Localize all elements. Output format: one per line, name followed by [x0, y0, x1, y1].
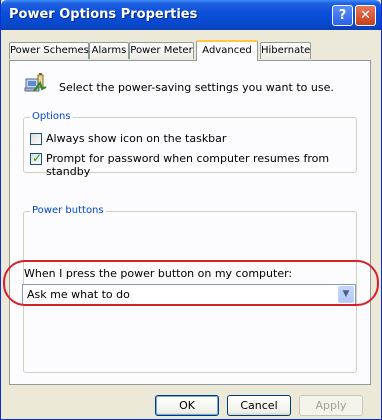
power-buttons-group: Power buttons When I press the power but… — [22, 205, 357, 373]
dropdown-arrow-glyph: ▼ — [342, 289, 350, 299]
tab-power-schemes[interactable]: Power Schemes — [9, 42, 89, 59]
tab-advanced[interactable]: Advanced — [196, 40, 258, 61]
tab-hibernate[interactable]: Hibernate — [260, 42, 311, 59]
always-show-icon-label: Always show icon on the taskbar — [46, 132, 227, 145]
help-button[interactable]: ? — [332, 5, 353, 26]
tab-power-meter[interactable]: Power Meter — [129, 42, 194, 59]
close-button[interactable]: ✕ — [355, 5, 376, 26]
chevron-down-icon[interactable]: ▼ — [338, 286, 354, 303]
ok-button[interactable]: OK — [155, 395, 219, 416]
check-icon: ✓ — [32, 151, 43, 165]
computer-battery-icon — [24, 73, 47, 92]
prompt-password-label: Prompt for password when computer resume… — [46, 152, 330, 178]
title-bar[interactable]: Power Options Properties ? ✕ — [1, 0, 381, 30]
options-group-label: Options — [30, 111, 73, 123]
power-buttons-group-label: Power buttons — [30, 205, 106, 217]
advanced-tab-panel: Select the power-saving settings you wan… — [9, 60, 371, 385]
close-icon: ✕ — [360, 8, 371, 23]
prompt-password-checkbox[interactable]: ✓ — [30, 151, 43, 165]
help-icon: ? — [338, 8, 347, 23]
options-group: Options Always show icon on the taskbar … — [23, 111, 357, 178]
power-button-prompt: When I press the power button on my comp… — [24, 267, 293, 280]
window-title: Power Options Properties — [9, 7, 198, 22]
power-button-action-dropdown[interactable]: Ask me what to do ▼ — [22, 284, 356, 305]
power-options-window: Power Options Properties ? ✕ Power Schem… — [0, 0, 382, 420]
apply-button[interactable]: Apply — [299, 395, 363, 416]
cancel-button[interactable]: Cancel — [227, 395, 291, 416]
tab-alarms[interactable]: Alarms — [89, 42, 129, 59]
advanced-description: Select the power-saving settings you wan… — [59, 81, 334, 94]
always-show-icon-checkbox[interactable] — [30, 133, 42, 145]
power-button-action-value: Ask me what to do — [27, 288, 130, 301]
